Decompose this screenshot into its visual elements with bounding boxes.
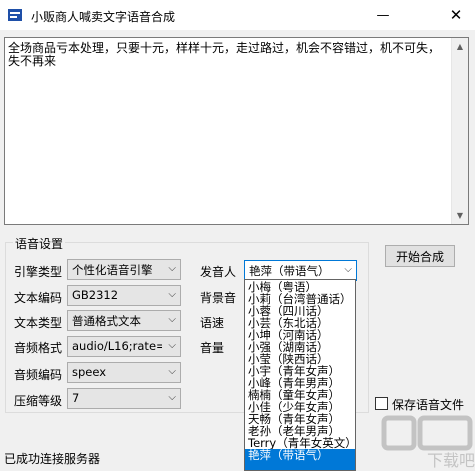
text-content[interactable]: 全场商品亏本处理，只要十元，样样十元，走过路过，机会不容错过，机不可失，失不再来 bbox=[8, 42, 448, 68]
encoding-value: GB2312 bbox=[72, 288, 119, 302]
voice-option-selected[interactable]: 艳萍（带语气） bbox=[245, 449, 355, 470]
chevron-down-icon: ⌵ bbox=[168, 340, 176, 351]
text-type-value: 普通格式文本 bbox=[72, 314, 141, 328]
audio-format-value: audio/L16;rate= bbox=[72, 339, 162, 353]
watermark-logo: 下载吧 bbox=[381, 415, 475, 470]
encoding-label: 文本编码 bbox=[14, 291, 63, 305]
engine-label: 引擎类型 bbox=[14, 265, 63, 279]
encoding-select[interactable]: GB2312 ⌵ bbox=[67, 285, 181, 306]
group-title: 语音设置 bbox=[13, 235, 66, 252]
audio-codec-value: speex bbox=[72, 365, 107, 379]
bg-sound-label: 背景音 bbox=[200, 291, 237, 305]
text-input-area[interactable]: 全场商品亏本处理，只要十元，样样十元，走过路过，机会不容错过，机不可失，失不再来… bbox=[4, 37, 469, 225]
audio-codec-select[interactable]: speex ⌵ bbox=[67, 362, 181, 383]
speaker-select[interactable]: 艳萍（带语气） ⌵ bbox=[244, 260, 357, 281]
close-icon[interactable]: ✕ bbox=[437, 0, 475, 30]
chevron-down-icon: ⌵ bbox=[168, 289, 176, 300]
chevron-down-icon: ⌵ bbox=[168, 366, 176, 377]
engine-value: 个性化语音引擎 bbox=[72, 263, 153, 277]
engine-select[interactable]: 个性化语音引擎 ⌵ bbox=[67, 259, 181, 280]
speaker-dropdown-list[interactable]: 小梅（粤语） 小莉（台湾普通话） 小蓉（四川话） 小芸（东北话） 小坤（河南话）… bbox=[244, 279, 356, 471]
compression-value: 7 bbox=[72, 391, 80, 405]
audio-format-select[interactable]: audio/L16;rate= ⌵ bbox=[67, 336, 181, 357]
start-synthesis-button[interactable]: 开始合成 bbox=[385, 245, 455, 267]
app-icon bbox=[8, 9, 22, 21]
speaker-value: 艳萍（带语气） bbox=[249, 264, 330, 278]
audio-format-label: 音频格式 bbox=[14, 341, 63, 355]
watermark-text: 下载吧 bbox=[427, 451, 475, 470]
minimize-icon[interactable]: — bbox=[365, 0, 401, 30]
scroll-down-icon[interactable]: ▼ bbox=[452, 207, 468, 224]
volume-label: 音量 bbox=[200, 341, 225, 355]
chevron-down-icon: ⌵ bbox=[168, 263, 176, 274]
text-type-label: 文本类型 bbox=[14, 316, 63, 330]
speed-label: 语速 bbox=[200, 316, 225, 330]
text-type-select[interactable]: 普通格式文本 ⌵ bbox=[67, 310, 181, 331]
audio-codec-label: 音频编码 bbox=[14, 368, 63, 382]
chevron-down-icon: ⌵ bbox=[344, 264, 352, 275]
status-text: 已成功连接服务器 bbox=[4, 452, 101, 466]
speaker-label: 发音人 bbox=[200, 265, 237, 279]
save-audio-checkbox[interactable] bbox=[375, 397, 388, 410]
scroll-up-icon[interactable]: ▲ bbox=[452, 38, 468, 55]
window-title: 小贩商人喊卖文字语音合成 bbox=[31, 10, 176, 24]
compression-label: 压缩等级 bbox=[14, 394, 63, 408]
vertical-scrollbar[interactable]: ▲ ▼ bbox=[451, 38, 468, 224]
compression-select[interactable]: 7 ⌵ bbox=[67, 388, 181, 409]
chevron-down-icon: ⌵ bbox=[168, 314, 176, 325]
chevron-down-icon: ⌵ bbox=[168, 392, 176, 403]
